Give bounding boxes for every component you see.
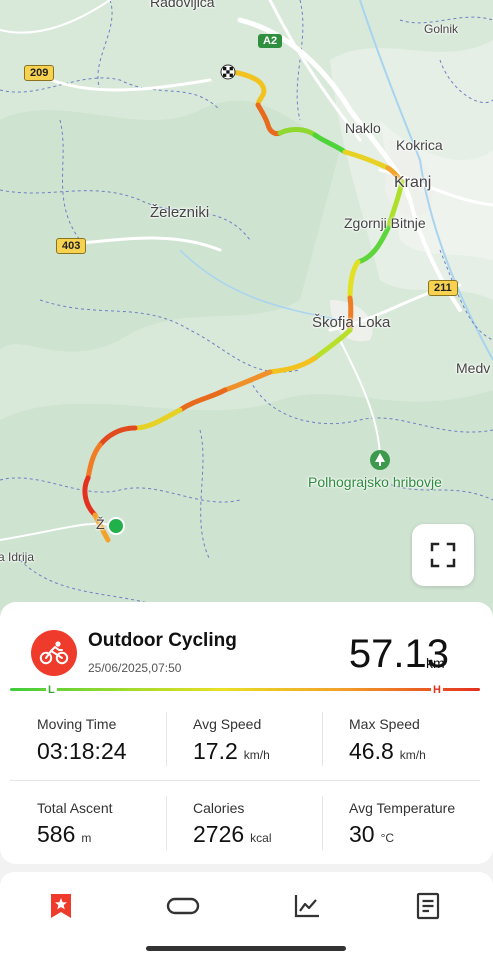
finish-flag-icon [220,64,236,80]
divider [322,796,323,850]
map-label-naklo: Naklo [345,120,381,136]
map-label-medv: Medv [456,360,491,376]
map-label-kokrica: Kokrica [396,137,443,153]
divider [166,796,167,850]
activity-datetime: 25/06/2025,07:50 [88,661,182,675]
map-label-zelezniki: Železniki [150,204,210,221]
map-label-golnik: Golnik [424,22,459,36]
moving-time-value: 03:18:24 [37,738,127,764]
road-badge-403: 403 [56,238,87,254]
fullscreen-icon [430,542,456,568]
road-badge-a2: A2 [258,34,283,48]
divider [166,712,167,766]
map-label-radovljica: Radovljica [150,0,215,10]
divider [10,780,480,781]
tab-chart[interactable] [287,888,327,924]
route-icon [166,897,200,915]
distance-unit: km [426,655,445,671]
activity-type: Outdoor Cycling [88,630,237,651]
calories-value: 2726 kcal [193,821,272,847]
avg-temperature-value: 30 °C [349,821,395,847]
map-label-kranj: Kranj [394,174,432,191]
tab-route[interactable] [163,888,203,924]
total-ascent-label: Total Ascent [37,800,113,816]
map-label-idrija: a Idrija [0,550,35,564]
home-indicator[interactable] [146,946,346,951]
tab-details[interactable] [408,888,448,924]
speed-color-scale [10,688,480,691]
scale-low-label: L [46,684,57,696]
details-icon [416,892,440,920]
road-badge-209: 209 [24,65,55,81]
avg-speed-label: Avg Speed [193,716,262,732]
avg-temperature-label: Avg Temperature [349,800,456,816]
map-label-z: Ž [96,516,105,532]
map-label-zgornji-bitnje: Zgornji Bitnje [344,215,426,231]
poi-park-icon [370,450,390,470]
map-label-skofja-loka: Škofja Loka [312,314,391,331]
tab-bookmark[interactable] [41,888,81,924]
max-speed-value: 46.8 km/h [349,738,426,764]
total-ascent-value: 586 m [37,821,92,847]
moving-time-label: Moving Time [37,716,117,732]
route-map[interactable]: Radovljica Golnik Naklo Kokrica Kranj Že… [0,0,493,640]
cycling-icon [31,630,77,676]
calories-label: Calories [193,800,245,816]
avg-speed-value: 17.2 km/h [193,738,270,764]
scale-high-label: H [431,684,443,696]
divider [322,712,323,766]
start-marker [107,517,125,535]
chart-icon [294,895,319,918]
fullscreen-button[interactable] [412,524,474,586]
max-speed-label: Max Speed [349,716,420,732]
road-badge-211: 211 [428,280,458,296]
map-label-polhograjsko: Polhograjsko hribovje [308,474,442,490]
bookmark-icon [51,894,71,918]
